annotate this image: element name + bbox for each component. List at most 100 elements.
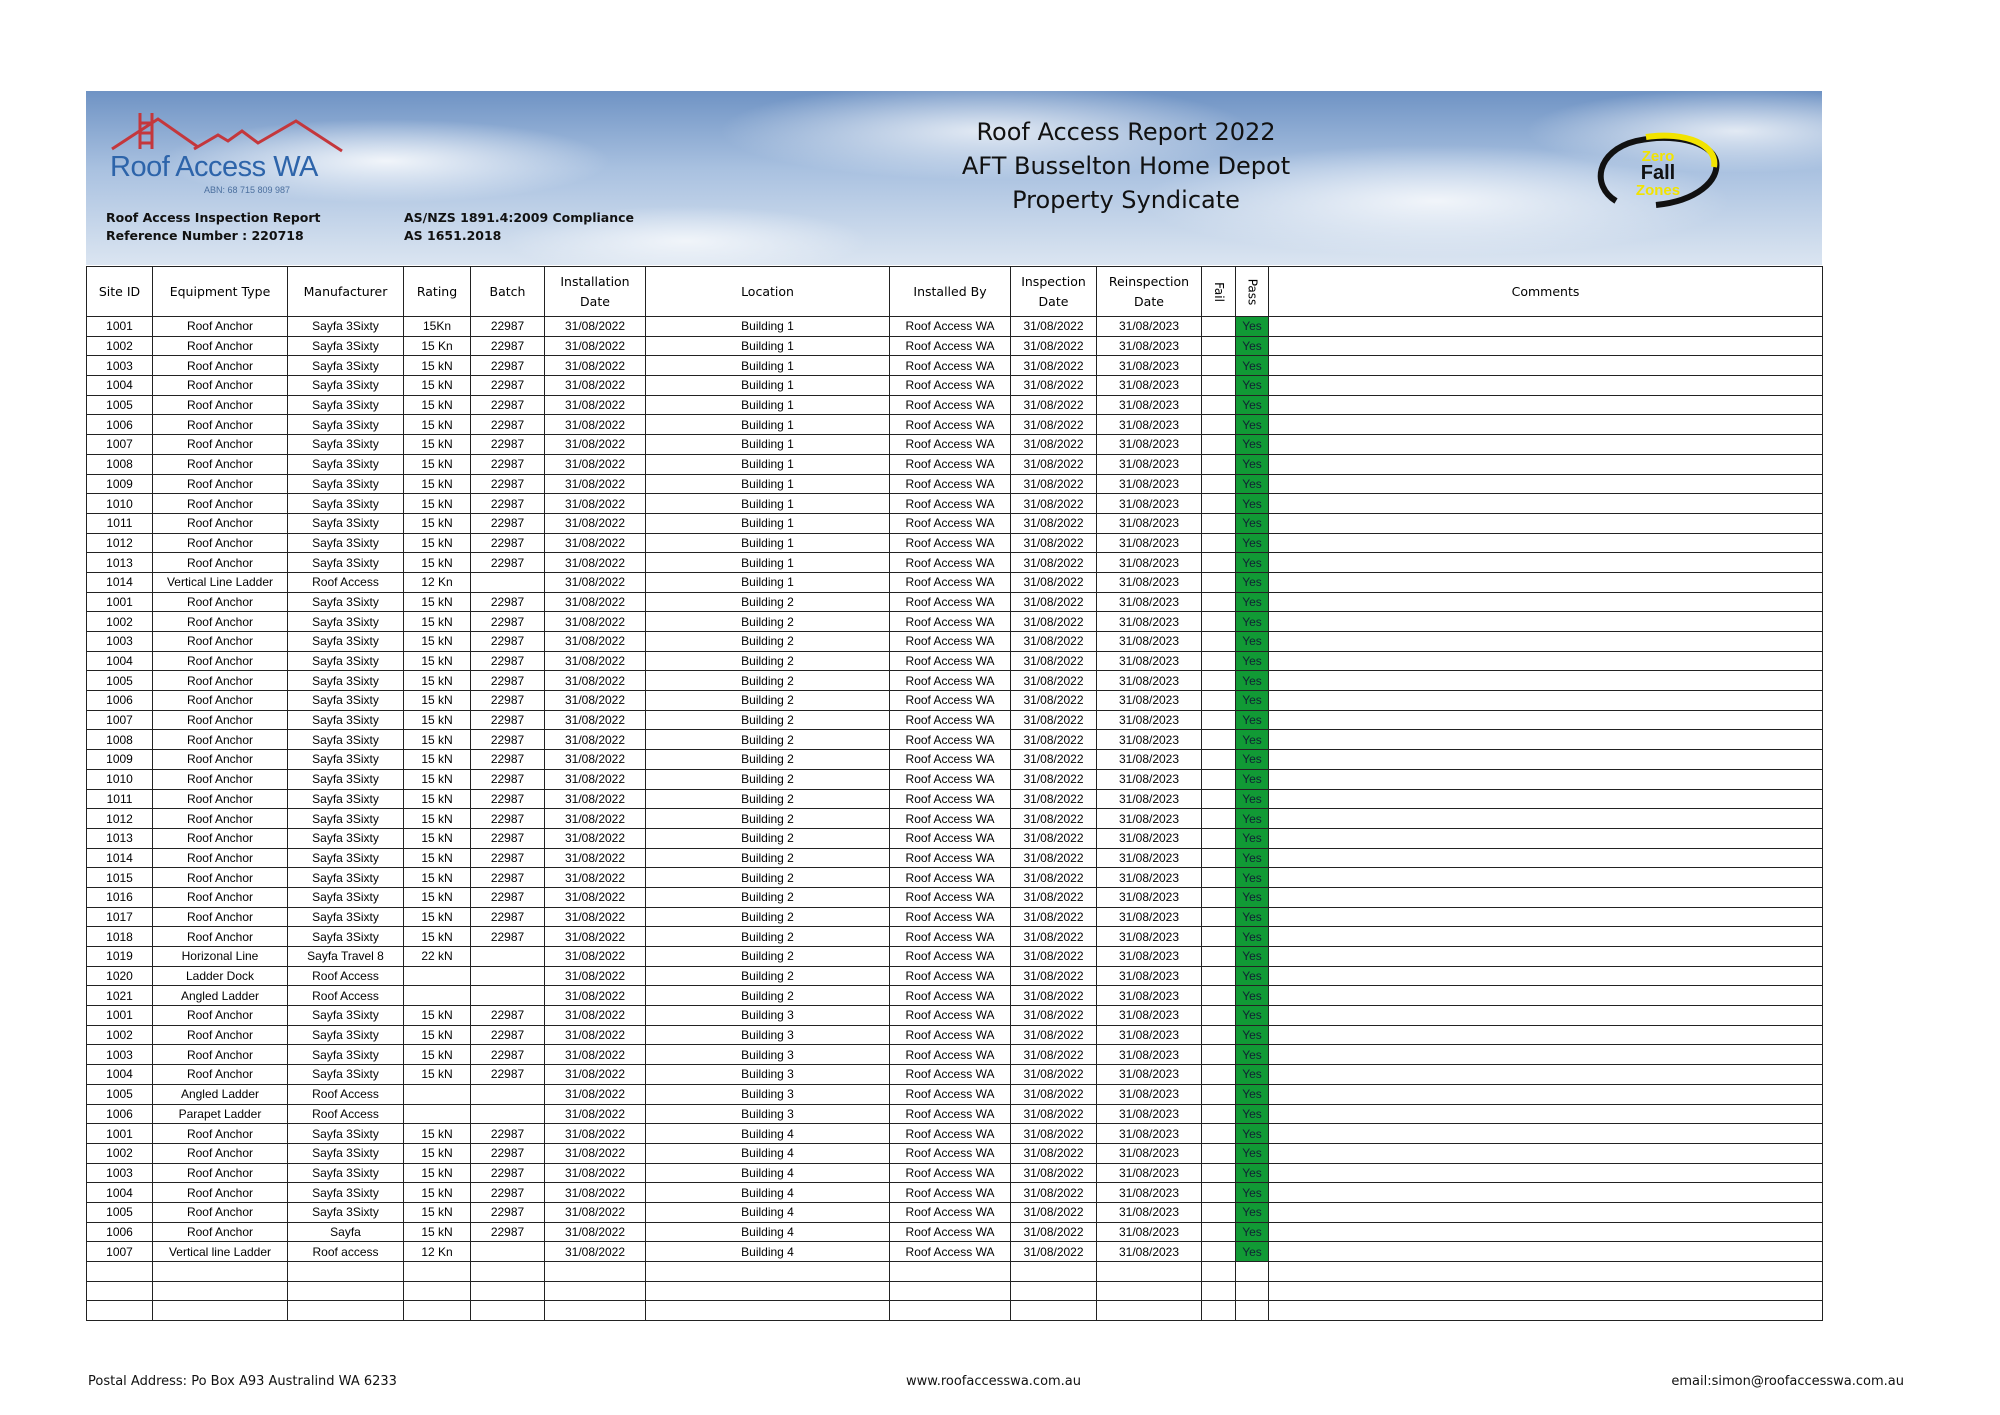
cell-rating: 15 kN <box>403 729 471 751</box>
cell-manufacturer: Sayfa 3Sixty <box>287 316 404 337</box>
cell-pass: Yes <box>1235 1005 1269 1026</box>
cell-fail <box>1201 631 1236 652</box>
cell-pass: Yes <box>1235 335 1269 357</box>
cell-rating: 15 kN <box>403 453 471 475</box>
cell-reinspection-date: 31/08/2023 <box>1096 394 1202 416</box>
cell-installed-by: Roof Access WA <box>889 453 1011 475</box>
cell-installation-date: 31/08/2022 <box>544 1142 646 1164</box>
cell-site-id <box>86 1261 153 1282</box>
cell-comments <box>1268 414 1823 436</box>
cell-rating: 15 kN <box>403 434 471 455</box>
cell-site-id: 1005 <box>86 1083 153 1105</box>
cell-pass: Yes <box>1235 414 1269 436</box>
cell-inspection-date: 31/08/2022 <box>1010 768 1097 790</box>
cell-installation-date: 31/08/2022 <box>544 1044 646 1066</box>
cell-comments <box>1268 493 1823 514</box>
cell-fail <box>1201 1162 1236 1184</box>
table-row: 1006 Roof Anchor Sayfa 3Sixty 15 kN 22987 31/… <box>86 690 1823 711</box>
cell-fail <box>1201 316 1236 337</box>
col-location: Location <box>645 266 890 317</box>
cell-fail <box>1201 926 1236 947</box>
cell-installed-by: Roof Access WA <box>889 355 1011 377</box>
cell-installed-by: Roof Access WA <box>889 709 1011 731</box>
cell-fail <box>1201 906 1236 928</box>
cell-location: Building 2 <box>645 926 890 947</box>
cell-site-id: 1009 <box>86 473 153 495</box>
cell-installed-by: Roof Access WA <box>889 1103 1011 1125</box>
cell-location: Building 2 <box>645 650 890 672</box>
col-comments: Comments <box>1268 266 1823 317</box>
cell-batch: 22987 <box>470 355 545 377</box>
cell-fail <box>1201 965 1236 987</box>
table-row: 1008 Roof Anchor Sayfa 3Sixty 15 kN 22987 31/… <box>86 729 1823 751</box>
cell-rating: 15 kN <box>403 709 471 731</box>
cell-site-id: 1010 <box>86 493 153 514</box>
badge-line-2: Fall <box>1641 162 1675 184</box>
table-row: 1011 Roof Anchor Sayfa 3Sixty 15 kN 22987 31/… <box>86 788 1823 810</box>
cell-rating <box>403 1083 471 1105</box>
cell-reinspection-date <box>1096 1261 1202 1282</box>
cell-rating: 15 kN <box>403 631 471 652</box>
cell-pass: Yes <box>1235 946 1269 967</box>
cell-fail <box>1201 375 1236 396</box>
cell-pass: Yes <box>1235 434 1269 455</box>
cell-pass: Yes <box>1235 1182 1269 1203</box>
cell-pass: Yes <box>1235 1064 1269 1085</box>
cell-equipment-type: Roof Anchor <box>152 690 288 711</box>
cell-inspection-date: 31/08/2022 <box>1010 512 1097 534</box>
cell-pass: Yes <box>1235 650 1269 672</box>
cell-batch <box>470 571 545 593</box>
cell-manufacturer: Sayfa 3Sixty <box>287 493 404 514</box>
cell-installed-by: Roof Access WA <box>889 985 1011 1007</box>
cell-rating: 15 kN <box>403 532 471 554</box>
cell-inspection-date: 31/08/2022 <box>1010 709 1097 731</box>
cell-installed-by: Roof Access WA <box>889 1221 1011 1243</box>
table-row: 1002 Roof Anchor Sayfa 3Sixty 15 Kn 22987 31/… <box>86 335 1823 357</box>
cell-pass: Yes <box>1235 473 1269 495</box>
cell-site-id: 1009 <box>86 749 153 770</box>
cell-equipment-type <box>152 1261 288 1282</box>
table-row: 1020 Ladder Dock Roof Access 31/08/2022 Buil… <box>86 965 1823 987</box>
table-row <box>86 1300 1823 1322</box>
cell-fail <box>1201 1221 1236 1243</box>
cell-installation-date: 31/08/2022 <box>544 552 646 573</box>
cell-pass: Yes <box>1235 867 1269 888</box>
cell-equipment-type: Roof Anchor <box>152 709 288 731</box>
cell-location: Building 2 <box>645 827 890 849</box>
cell-installed-by: Roof Access WA <box>889 827 1011 849</box>
table-row: 1005 Roof Anchor Sayfa 3Sixty 15 kN 22987 31/… <box>86 394 1823 416</box>
cell-location: Building 4 <box>645 1123 890 1144</box>
cell-site-id: 1006 <box>86 414 153 436</box>
cell-batch: 22987 <box>470 906 545 928</box>
cell-fail <box>1201 512 1236 534</box>
cell-equipment-type: Roof Anchor <box>152 1201 288 1223</box>
cell-equipment-type: Vertical Line Ladder <box>152 571 288 593</box>
cell-pass: Yes <box>1235 571 1269 593</box>
cell-inspection-date: 31/08/2022 <box>1010 631 1097 652</box>
cell-installation-date: 31/08/2022 <box>544 946 646 967</box>
cell-equipment-type: Roof Anchor <box>152 355 288 377</box>
cell-rating: 15 Kn <box>403 335 471 357</box>
cell-installed-by: Roof Access WA <box>889 414 1011 436</box>
cell-location: Building 3 <box>645 1044 890 1066</box>
cell-rating: 15 kN <box>403 1162 471 1184</box>
cell-comments <box>1268 434 1823 455</box>
cell-fail <box>1201 394 1236 416</box>
cell-installed-by: Roof Access WA <box>889 552 1011 573</box>
cell-site-id: 1005 <box>86 670 153 692</box>
reference-number: Reference Number : 220718 <box>106 228 304 243</box>
cell-inspection-date: 31/08/2022 <box>1010 1024 1097 1046</box>
cell-manufacturer: Roof access <box>287 1241 404 1262</box>
col-installation-date: Installation Date <box>544 266 646 317</box>
cell-location: Building 1 <box>645 552 890 573</box>
cell-inspection-date: 31/08/2022 <box>1010 571 1097 593</box>
cell-comments <box>1268 571 1823 593</box>
cell-inspection-date: 31/08/2022 <box>1010 316 1097 337</box>
cell-installation-date: 31/08/2022 <box>544 1201 646 1223</box>
cell-manufacturer: Sayfa 3Sixty <box>287 1064 404 1085</box>
cell-reinspection-date: 31/08/2023 <box>1096 690 1202 711</box>
cell-rating: 15 kN <box>403 1005 471 1026</box>
cell-rating: 15 kN <box>403 827 471 849</box>
cell-equipment-type: Roof Anchor <box>152 670 288 692</box>
cell-inspection-date: 31/08/2022 <box>1010 1123 1097 1144</box>
